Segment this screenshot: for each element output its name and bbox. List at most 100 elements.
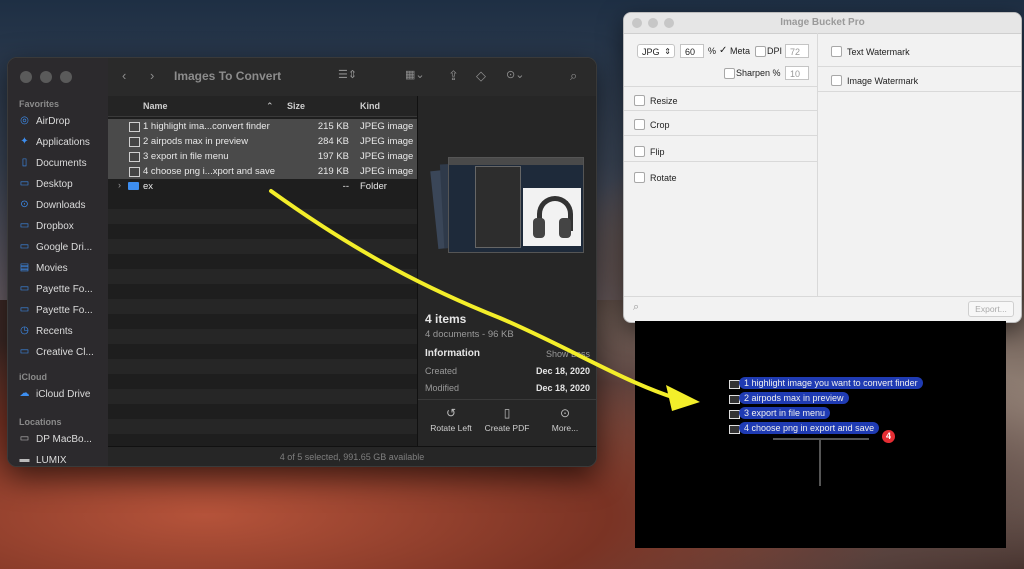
format-value: JPG: [642, 47, 660, 57]
checkmark-icon[interactable]: ✓: [719, 45, 727, 56]
sidebar-item-payette-2[interactable]: ▭ Payette Fo...: [19, 301, 109, 319]
sidebar-item-applications[interactable]: ✦ Applications: [19, 133, 109, 151]
sidebar-item-downloads[interactable]: ⊙ Downloads: [19, 196, 109, 214]
finder-toolbar: ‹ › Images To Convert ☰⇕ ▦⌄ ⇪ ◇ ⊙⌄ ⌕: [108, 58, 596, 97]
resize-option[interactable]: Resize: [634, 95, 678, 106]
share-icon[interactable]: ⇪: [448, 68, 459, 84]
sidebar-item-icloud-drive[interactable]: ☁ iCloud Drive: [19, 385, 109, 403]
file-size: 197 KB: [317, 151, 349, 162]
sidebar-item-recents[interactable]: ◷ Recents: [19, 322, 109, 340]
ibeam-cursor-stem: [819, 438, 821, 486]
crop-checkbox[interactable]: [634, 119, 645, 130]
sidebar-item-payette-1[interactable]: ▭ Payette Fo...: [19, 280, 109, 298]
sidebar-item-desktop[interactable]: ▭ Desktop: [19, 175, 109, 193]
divider: [624, 86, 817, 87]
rotate-left-button[interactable]: ↺ Rotate Left: [424, 406, 478, 433]
divider: [818, 66, 1021, 67]
format-select[interactable]: JPG ⇕: [637, 44, 675, 58]
sidebar-item-documents[interactable]: ▯ Documents: [19, 154, 109, 172]
file-name: 2 airpods max in preview: [143, 136, 249, 147]
sidebar-item-label: Google Dri...: [36, 241, 93, 253]
meta-label: Meta: [730, 46, 751, 56]
file-size: 284 KB: [317, 136, 349, 147]
crop-option[interactable]: Crop: [634, 119, 670, 130]
export-button[interactable]: Export...: [968, 301, 1014, 317]
sidebar-item-google-drive[interactable]: ▭ Google Dri...: [19, 238, 109, 256]
file-list: Name ⌃ Size Kind 1 highlight ima...conve…: [108, 96, 417, 456]
sharpen-field[interactable]: 10: [785, 66, 809, 80]
pdf-icon: ▯: [503, 406, 511, 420]
drag-preview-panel: 1 highlight image you want to convert fi…: [635, 321, 1006, 548]
sidebar-item-label: Downloads: [36, 199, 86, 211]
sidebar-item-lumix[interactable]: ▬ LUMIX: [19, 451, 109, 466]
rotate-checkbox[interactable]: [634, 172, 645, 183]
applications-icon: ✦: [20, 136, 29, 147]
sidebar-item-airdrop[interactable]: ◎ AirDrop: [19, 112, 109, 130]
show-less-button[interactable]: Show Less: [546, 349, 590, 359]
file-name: 3 export in file menu: [143, 151, 229, 162]
disclosure-triangle-icon[interactable]: ›: [118, 180, 121, 190]
action-label: Rotate Left: [430, 423, 472, 433]
option-label: Flip: [650, 146, 665, 157]
file-row[interactable]: 2 airpods max in preview 284 KB JPEG ima…: [108, 134, 417, 149]
sidebar-section-favorites: Favorites: [19, 99, 60, 109]
dpi-checkbox[interactable]: [755, 46, 766, 57]
empty-row: [108, 359, 417, 374]
folder-icon: [128, 182, 139, 190]
grid-view-icon[interactable]: ▦⌄: [405, 68, 425, 81]
sharpen-checkbox[interactable]: [724, 68, 735, 79]
thumbnail-menubar: [449, 158, 583, 165]
sidebar-item-label: Creative Cl...: [36, 346, 94, 358]
image-watermark-checkbox[interactable]: [831, 75, 842, 86]
search-icon[interactable]: ⌕: [633, 301, 639, 314]
sidebar-section-icloud: iCloud: [19, 372, 47, 382]
text-watermark-checkbox[interactable]: [831, 46, 842, 57]
create-pdf-button[interactable]: ▯ Create PDF: [480, 406, 534, 433]
zoom-button[interactable]: [60, 71, 72, 83]
downloads-icon: ⊙: [20, 199, 29, 210]
thumbnail-headphones-image: [523, 188, 581, 246]
empty-row: [108, 389, 417, 404]
folder-icon: ▭: [19, 241, 30, 252]
file-name: 4 choose png i...xport and save: [143, 166, 276, 177]
file-row[interactable]: 1 highlight ima...convert finder 215 KB …: [108, 119, 417, 134]
image-watermark-option[interactable]: Image Watermark: [831, 75, 918, 86]
search-icon[interactable]: ⌕: [570, 68, 577, 84]
sort-chevron-icon[interactable]: ⌃: [266, 101, 274, 112]
column-kind[interactable]: Kind: [360, 101, 380, 111]
close-button[interactable]: [20, 71, 32, 83]
file-size: 215 KB: [317, 121, 349, 132]
flip-checkbox[interactable]: [634, 146, 645, 157]
divider: [818, 91, 1021, 92]
empty-row: [108, 239, 417, 254]
tag-icon[interactable]: ◇: [476, 68, 486, 84]
sidebar-item-macbook[interactable]: ▭ DP MacBo...: [19, 430, 109, 448]
sidebar-item-label: DP MacBo...: [36, 433, 92, 445]
preview-subtitle: 4 documents - 96 KB: [425, 329, 514, 340]
file-row[interactable]: 4 choose png i...xport and save 219 KB J…: [108, 164, 417, 179]
back-icon[interactable]: ‹: [122, 68, 126, 83]
flip-option[interactable]: Flip: [634, 146, 665, 157]
empty-row: [108, 269, 417, 284]
more-actions-icon[interactable]: ⊙⌄: [506, 68, 524, 81]
column-name[interactable]: Name: [143, 101, 168, 111]
more-button[interactable]: ⊙ More...: [538, 406, 592, 433]
list-view-icon[interactable]: ☰⇕: [338, 68, 357, 81]
text-watermark-option[interactable]: Text Watermark: [831, 46, 910, 57]
minimize-button[interactable]: [40, 71, 52, 83]
ibp-titlebar: Image Bucket Pro: [624, 13, 1021, 34]
divider: [418, 399, 596, 400]
file-row[interactable]: 3 export in file menu 197 KB JPEG image: [108, 149, 417, 164]
dpi-field[interactable]: 72: [785, 44, 809, 58]
sidebar-item-movies[interactable]: ▤ Movies: [19, 259, 109, 277]
resize-checkbox[interactable]: [634, 95, 645, 106]
folder-row[interactable]: › ex -- Folder: [108, 179, 417, 194]
rotate-option[interactable]: Rotate: [634, 172, 677, 183]
forward-icon[interactable]: ›: [150, 68, 154, 83]
sidebar-item-dropbox[interactable]: ▭ Dropbox: [19, 217, 109, 235]
sidebar-item-creative-cloud[interactable]: ▭ Creative Cl...: [19, 343, 109, 361]
option-label: Image Watermark: [847, 75, 919, 86]
column-size[interactable]: Size: [287, 101, 305, 111]
quality-field[interactable]: 60: [680, 44, 704, 58]
quality-unit: %: [708, 46, 717, 56]
